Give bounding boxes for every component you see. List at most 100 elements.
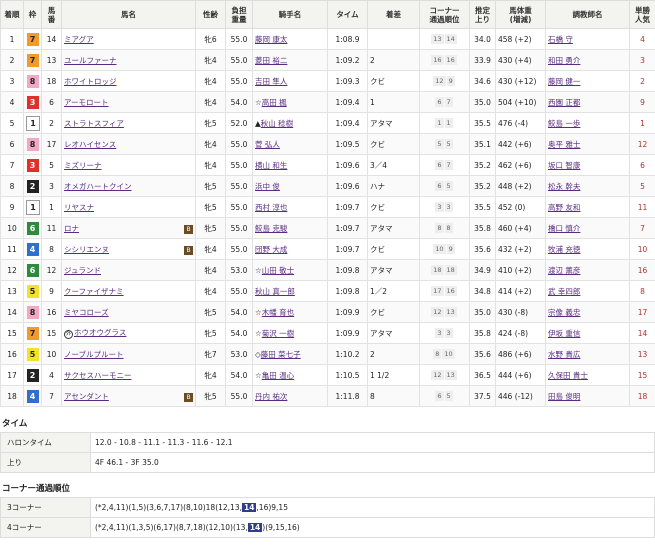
horse-link[interactable]: ジュランド (64, 266, 101, 275)
num-cell: 11 (41, 217, 62, 239)
trainer-link[interactable]: 高野 友和 (548, 203, 580, 212)
jockey-link[interactable]: 菊沢 一樹 (262, 329, 294, 338)
header-pop[interactable]: 単勝 人気 (629, 0, 655, 29)
header-sexage[interactable]: 性齢 (195, 0, 226, 29)
header-margin[interactable]: 着差 (367, 0, 420, 29)
header-trainer[interactable]: 調教師名 (545, 0, 630, 29)
table-row: 5 1 2 ストラトスフィア 牝5 52.0 ▲秋山 稔樹 1:09.4 アタマ 1 1 35.5 47… (0, 112, 655, 134)
trainer-link[interactable]: 西園 正都 (548, 98, 580, 107)
trainer-link[interactable]: 松永 幹夫 (548, 182, 580, 191)
num-cell: 4 (41, 364, 62, 386)
jockey-link[interactable]: 藤田 菜七子 (261, 350, 301, 359)
horse-cell: ミズリーナ (61, 154, 196, 176)
header-weight[interactable]: 負担 重量 (225, 0, 253, 29)
jockey-link[interactable]: 菅 弘人 (255, 140, 280, 149)
horse-link[interactable]: ホウオウグラス (74, 328, 126, 337)
jockey-link[interactable]: 亀田 温心 (262, 371, 294, 380)
jockey-link[interactable]: 鮫島 克駿 (255, 224, 287, 233)
horse-link[interactable]: ロナ (64, 224, 79, 233)
trainer-cell: 松永 幹夫 (545, 175, 630, 197)
jockey-link[interactable]: 山田 敬士 (262, 266, 294, 275)
header-horse[interactable]: 馬名 (61, 0, 196, 29)
trainer-link[interactable]: 伊坂 重信 (548, 329, 580, 338)
trainer-link[interactable]: 奥平 雅士 (548, 140, 580, 149)
corner4-post: )(9,15,16) (262, 523, 300, 532)
time-cell: 1:09.8 (327, 259, 368, 281)
jockey-link[interactable]: 団野 大成 (255, 245, 287, 254)
trainer-link[interactable]: 牧浦 充徳 (548, 245, 580, 254)
horse-link[interactable]: ユールファーナ (64, 56, 117, 65)
frame-cell: 7 (23, 28, 42, 50)
last-cell: 35.2 (469, 175, 496, 197)
trainer-link[interactable]: 武 幸四郎 (548, 287, 580, 296)
corner-pos: 16 (431, 55, 444, 65)
trainer-link[interactable]: 田島 俊明 (548, 392, 580, 401)
trainer-link[interactable]: 鮫島 一歩 (548, 119, 580, 128)
trainer-link[interactable]: 久保田 貴士 (548, 371, 588, 380)
trainer-link[interactable]: 和田 勇介 (548, 56, 580, 65)
jockey-link[interactable]: 木幡 育也 (262, 308, 294, 317)
horse-link[interactable]: レオハイセンス (64, 140, 116, 149)
horse-link[interactable]: ストラトスフィア (64, 119, 124, 128)
trainer-link[interactable]: 橋口 慎介 (548, 224, 580, 233)
trainer-link[interactable]: 坂口 智康 (548, 161, 580, 170)
header-body[interactable]: 馬体重 (増減) (495, 0, 546, 29)
body-cell: 486 (+6) (495, 343, 546, 365)
horse-cell: アーモロート (61, 91, 196, 113)
weight-cell: 52.0 (225, 112, 253, 134)
horse-link[interactable]: リヤスナ (64, 203, 94, 212)
jockey-link[interactable]: 秋山 稔樹 (261, 119, 293, 128)
header-jockey[interactable]: 騎手名 (252, 0, 328, 29)
num-cell: 12 (41, 259, 62, 281)
trainer-cell: 橋口 慎介 (545, 217, 630, 239)
horse-link[interactable]: サクセスハーモニー (64, 371, 132, 380)
trainer-link[interactable]: 渡辺 薫彦 (548, 266, 580, 275)
time-section-title: タイム (2, 419, 28, 429)
jockey-link[interactable]: 秋山 真一郎 (255, 287, 295, 296)
jockey-link[interactable]: 吉田 隼人 (255, 77, 287, 86)
horse-link[interactable]: ミアグア (64, 35, 94, 44)
jockey-link[interactable]: 西村 淳也 (255, 203, 287, 212)
horse-link[interactable]: アセンダント (64, 392, 109, 401)
horse-link[interactable]: アーモロート (64, 98, 109, 107)
horse-link[interactable]: クーファイザナミ (64, 287, 124, 296)
corner-cell: 18 18 (419, 259, 470, 281)
frame-badge: 8 (26, 74, 39, 88)
num-cell: 14 (41, 28, 62, 50)
header-corner[interactable]: コーナー 通過順位 (419, 0, 470, 29)
trainer-link[interactable]: 石橋 守 (548, 35, 573, 44)
body-cell: 430 (-8) (495, 301, 546, 323)
horse-link[interactable]: ホワイトロッジ (64, 77, 117, 86)
jockey-link[interactable]: 丹内 祐次 (255, 392, 287, 401)
horse-link[interactable]: ミヤコローズ (64, 308, 109, 317)
jockey-link[interactable]: 高田 楓 (262, 98, 287, 107)
jockey-link[interactable]: 浜中 俊 (255, 182, 280, 191)
body-cell: 460 (+4) (495, 217, 546, 239)
corner-cell: 12 13 (419, 364, 470, 386)
pop-cell: 7 (629, 217, 655, 239)
header-time[interactable]: タイム (327, 0, 368, 29)
rank-cell: 2 (0, 49, 24, 71)
header-rank[interactable]: 着順 (0, 0, 24, 29)
corner-cell: 13 14 (419, 28, 470, 50)
trainer-link[interactable]: 宗像 義忠 (548, 308, 580, 317)
corner-pos: 5 (444, 139, 453, 149)
header-frame[interactable]: 枠 (23, 0, 42, 29)
corner-pos: 10 (442, 349, 455, 359)
jockey-link[interactable]: 藤岡 康太 (255, 35, 287, 44)
corner-pos: 3 (444, 202, 453, 212)
time-cell: 1:09.7 (327, 196, 368, 218)
rank-cell: 4 (0, 91, 24, 113)
horse-link[interactable]: ミズリーナ (64, 161, 102, 170)
weight-cell: 55.0 (225, 196, 253, 218)
jockey-link[interactable]: 菱田 裕二 (255, 56, 287, 65)
header-num[interactable]: 馬 番 (41, 0, 62, 29)
jockey-link[interactable]: 横山 和生 (255, 161, 287, 170)
trainer-link[interactable]: 水野 貴広 (548, 350, 580, 359)
horse-link[interactable]: ノーブルプルート (64, 350, 124, 359)
horse-link[interactable]: オメガハートクイン (64, 182, 132, 191)
trainer-link[interactable]: 藤岡 健一 (548, 77, 580, 86)
horse-link[interactable]: シシリエンヌ (64, 245, 109, 254)
body-cell: 458 (+2) (495, 28, 546, 50)
header-last[interactable]: 推定 上り (469, 0, 496, 29)
